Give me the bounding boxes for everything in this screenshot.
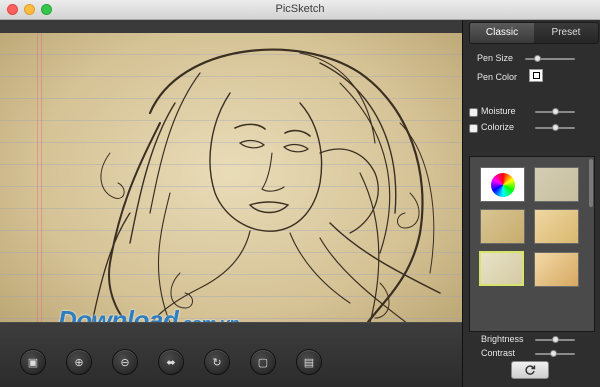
fullscreen-button[interactable]: ▢ <box>250 349 276 375</box>
gallery-scrollbar[interactable] <box>589 159 593 207</box>
image-icon: ▣ <box>27 356 39 369</box>
frame-icon: ▢ <box>257 356 269 369</box>
contrast-slider[interactable] <box>535 350 575 357</box>
refresh-button[interactable] <box>511 361 549 379</box>
moisture-label: Moisture <box>481 106 516 116</box>
colorize-label: Colorize <box>481 122 515 132</box>
brightness-slider-knob[interactable] <box>551 336 559 343</box>
brightness-slider[interactable] <box>535 336 575 343</box>
paper-thumb[interactable] <box>480 209 525 244</box>
contrast-label: Contrast <box>481 348 516 358</box>
sketch-preview-image[interactable]: Download.com.vn <box>0 33 462 341</box>
paper-gallery <box>469 156 595 332</box>
fit-icon: ⬌ <box>166 356 176 369</box>
pen-size-slider[interactable] <box>525 55 575 62</box>
moisture-slider-knob[interactable] <box>551 108 559 115</box>
tab-classic[interactable]: Classic <box>470 23 534 43</box>
pen-size-slider-knob[interactable] <box>534 55 541 62</box>
brightness-label: Brightness <box>481 334 524 344</box>
save-button[interactable]: ▤ <box>296 349 322 375</box>
paper-thumb[interactable] <box>534 209 579 244</box>
pen-color-label: Pen Color <box>477 72 518 82</box>
paper-thumb[interactable] <box>534 167 579 202</box>
pen-color-swatch[interactable] <box>529 69 543 82</box>
pen-size-label: Pen Size <box>477 53 514 63</box>
settings-panel: Classic Preset Pen Size Pen Color Moistu… <box>462 20 600 387</box>
title-bar: PicSketch <box>0 0 600 20</box>
mode-tabs: Classic Preset <box>469 22 599 44</box>
refresh-icon <box>525 365 536 375</box>
contrast-slider-knob[interactable] <box>549 350 557 357</box>
colorize-checkbox[interactable] <box>469 124 478 133</box>
fit-button[interactable]: ⬌ <box>158 349 184 375</box>
rotate-icon: ↻ <box>212 356 222 369</box>
sketch-portrait <box>89 48 441 341</box>
rotate-button[interactable]: ↻ <box>204 349 230 375</box>
save-icon: ▤ <box>303 356 315 369</box>
zoom-out-button[interactable]: ⊖ <box>112 349 138 375</box>
moisture-slider[interactable] <box>535 108 575 115</box>
tab-preset[interactable]: Preset <box>534 23 598 43</box>
color-wheel-icon <box>491 173 515 197</box>
paper-thumb-selected[interactable] <box>479 251 524 286</box>
bottom-toolbar: ▣ ⊕ ⊖ ⬌ ↻ ▢ ▤ <box>0 322 462 387</box>
open-image-button[interactable]: ▣ <box>20 349 46 375</box>
zoom-in-icon: ⊕ <box>74 356 84 369</box>
colorize-slider[interactable] <box>535 124 575 131</box>
zoom-out-icon: ⊖ <box>120 356 130 369</box>
color-wheel-thumb[interactable] <box>480 167 525 202</box>
moisture-checkbox[interactable] <box>469 108 478 117</box>
window-title: PicSketch <box>275 3 325 15</box>
colorize-slider-knob[interactable] <box>551 124 559 131</box>
paper-thumb[interactable] <box>534 252 579 287</box>
canvas-area: Download.com.vn <box>0 20 462 341</box>
zoom-in-button[interactable]: ⊕ <box>66 349 92 375</box>
